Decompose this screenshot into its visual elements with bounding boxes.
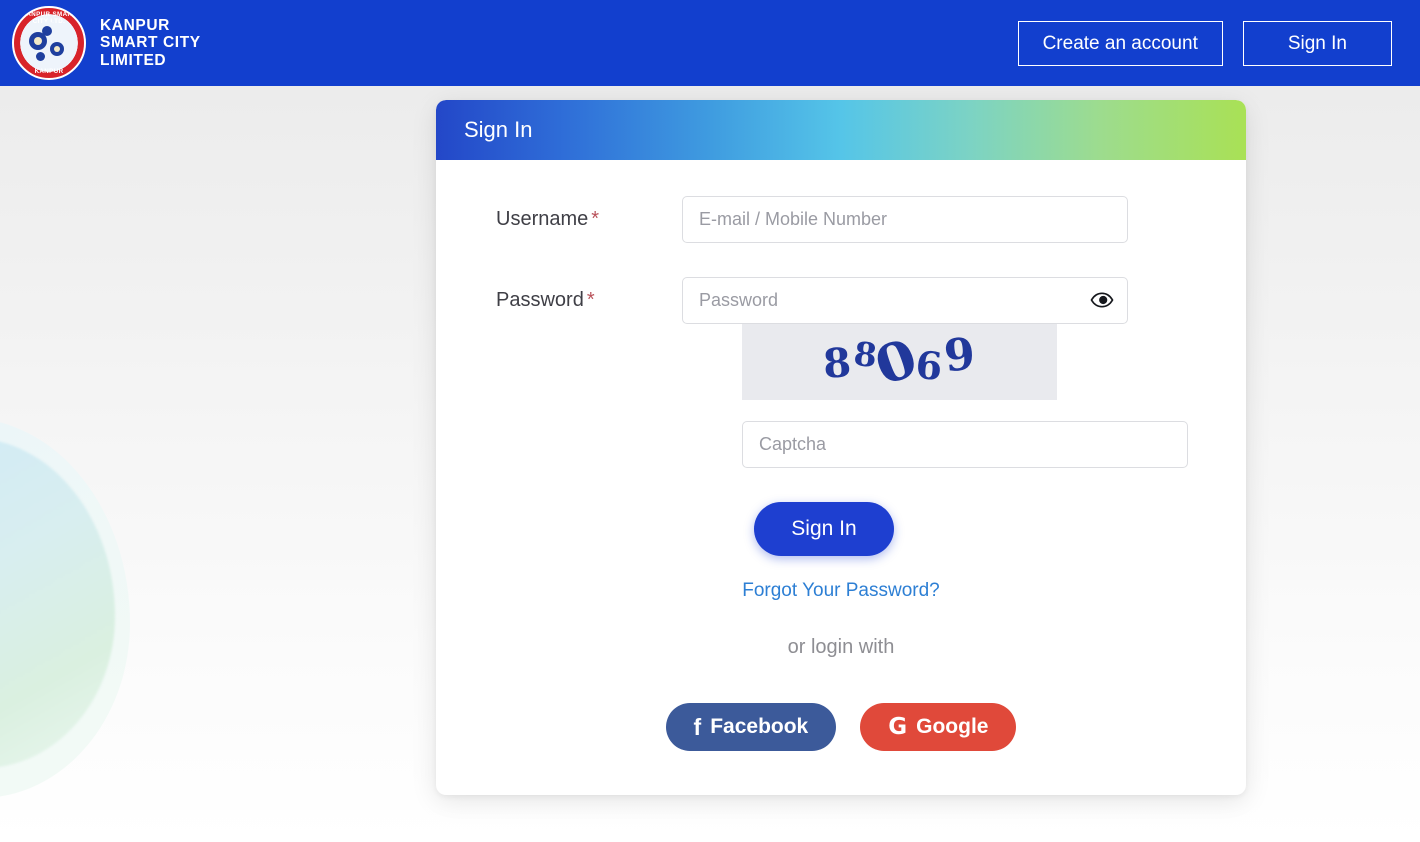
password-input[interactable] — [682, 277, 1128, 324]
captcha-digit: 8 — [821, 339, 854, 388]
captcha-image: 8 8 0 6 9 — [742, 324, 1057, 400]
brand-title-line3: LIMITED — [100, 51, 167, 69]
password-required-marker: * — [586, 289, 595, 311]
username-input[interactable] — [682, 196, 1128, 243]
top-navbar: KANPUR SMART CITY LTD. KANPUR KANPUR SMA… — [0, 0, 1420, 86]
brand-title: KANPUR SMART CITY LIMITED — [100, 17, 201, 70]
password-label: Password * — [436, 277, 682, 312]
username-label-text: Username — [496, 208, 589, 230]
kanpur-smart-city-logo-icon: KANPUR SMART CITY LTD. KANPUR — [12, 6, 86, 80]
captcha-input-wrap — [436, 400, 1246, 468]
navbar-sign-in-button[interactable]: Sign In — [1242, 20, 1392, 66]
login-page: KANPUR SMART CITY LTD. KANPUR KANPUR SMA… — [0, 0, 1420, 842]
facebook-login-button[interactable]: f Facebook — [665, 703, 837, 751]
password-control — [682, 277, 1128, 324]
navbar-actions: Create an account Sign In — [1017, 20, 1392, 66]
gear-icon — [42, 26, 52, 36]
facebook-icon: f — [693, 713, 702, 740]
google-login-button[interactable]: G Google — [860, 703, 1017, 751]
username-control — [682, 196, 1128, 243]
facebook-login-label: Facebook — [710, 715, 809, 738]
google-login-label: Google — [916, 715, 989, 738]
captcha-digit: 9 — [941, 328, 978, 383]
brand-title-line1: KANPUR — [100, 16, 170, 34]
captcha-digit: 6 — [914, 342, 945, 389]
password-row: Password * — [436, 277, 1246, 324]
sign-in-submit-button[interactable]: Sign In — [754, 502, 894, 556]
username-row: Username * — [436, 196, 1246, 243]
social-login-row: f Facebook G Google — [436, 659, 1246, 751]
card-body: Username* Password* — [436, 160, 1246, 795]
eye-icon-svg — [1090, 292, 1114, 308]
card-header: Sign In — [436, 100, 1246, 160]
sign-in-card: Sign In Username* Password* — [436, 100, 1246, 795]
forgot-password-wrap: Forgot Your Password? — [436, 556, 1246, 602]
submit-wrap: Sign In — [436, 468, 1246, 556]
username-required-marker: * — [591, 208, 600, 230]
gear-icon — [36, 52, 45, 61]
create-account-button[interactable]: Create an account — [1017, 20, 1223, 66]
card-title: Sign In — [464, 117, 533, 142]
social-divider-label: or login with — [787, 636, 895, 658]
gear-icon — [50, 42, 64, 56]
logo-ring-bottom-text: KANPUR — [34, 67, 64, 75]
google-icon: G — [888, 713, 908, 740]
captcha-block: 8 8 0 6 9 — [436, 324, 1246, 400]
brand-title-line2: SMART CITY — [100, 34, 201, 52]
brand[interactable]: KANPUR SMART CITY LTD. KANPUR KANPUR SMA… — [12, 6, 201, 80]
username-label: Username * — [436, 196, 682, 231]
eye-icon[interactable] — [1090, 289, 1114, 311]
forgot-password-link[interactable]: Forgot Your Password? — [742, 580, 940, 601]
password-label-text: Password — [496, 289, 584, 311]
captcha-input[interactable] — [742, 421, 1188, 468]
